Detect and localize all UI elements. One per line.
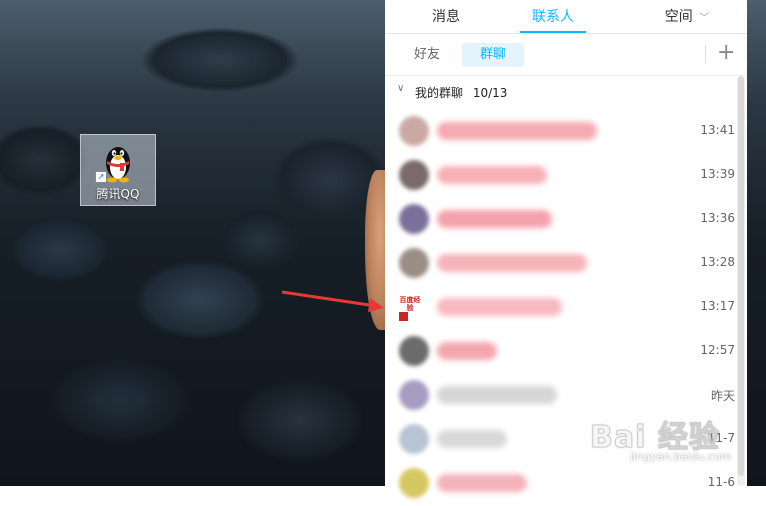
group-title: 我的群聊 — [415, 86, 464, 100]
group-count: 10/13 — [472, 86, 508, 100]
group-avatar — [399, 336, 429, 366]
group-last-message-time: 11-6 — [707, 475, 735, 489]
baidu-jingyan-watermark: Bai 经验 jingyan.baidu.com — [590, 400, 760, 470]
group-avatar: 百度经验 — [399, 296, 421, 322]
group-avatar — [399, 380, 429, 410]
group-last-message-time: 13:41 — [700, 123, 735, 137]
red-arrow-annotation — [281, 290, 384, 312]
group-avatar — [399, 424, 429, 454]
group-last-message-time: 12:57 — [700, 343, 735, 357]
group-name-blurred — [437, 342, 497, 360]
group-row[interactable]: 13:41 — [385, 110, 735, 154]
group-avatar — [399, 160, 429, 190]
group-name-blurred — [437, 474, 527, 492]
group-last-message-time: 13:36 — [700, 211, 735, 225]
group-last-message-time: 13:39 — [700, 167, 735, 181]
group-name-blurred — [437, 430, 507, 448]
watermark-url: jingyan.baidu.com — [630, 450, 732, 463]
qq-penguin-icon — [106, 147, 130, 183]
tab-space[interactable]: 空间 ﹀ — [647, 6, 727, 26]
group-name-blurred — [437, 298, 562, 316]
shortcut-arrow-icon: ↗ — [95, 171, 107, 183]
group-name-blurred — [437, 166, 547, 184]
chevron-down-icon: ﹀ — [699, 13, 710, 24]
divider — [705, 45, 706, 63]
chevron-down-icon: ∨ — [397, 83, 405, 94]
group-name-blurred — [437, 254, 587, 272]
group-row[interactable]: 13:39 — [385, 154, 735, 198]
group-row[interactable]: 13:28 — [385, 242, 735, 286]
group-last-message-time: 13:17 — [700, 299, 735, 313]
tab-contacts[interactable]: 联系人 — [520, 6, 586, 26]
group-name-blurred — [437, 386, 557, 404]
group-avatar — [399, 248, 429, 278]
group-name-blurred — [437, 210, 552, 228]
group-row[interactable]: 12:57 — [385, 330, 735, 374]
group-avatar — [399, 116, 429, 146]
main-tabs: 消息 联系人 空间 ﹀ — [385, 0, 747, 34]
group-row[interactable]: 百度经验 13:17 — [385, 286, 735, 330]
add-plus-icon[interactable]: + — [717, 42, 735, 64]
subtab-groups[interactable]: 群聊 — [462, 43, 524, 67]
subtab-friends[interactable]: 好友 — [403, 43, 451, 67]
group-row[interactable]: 13:36 — [385, 198, 735, 242]
group-avatar — [399, 204, 429, 234]
group-badge-icon — [399, 312, 408, 321]
desktop-icon-qq[interactable]: ↗ 腾讯QQ — [80, 134, 156, 206]
contact-subtabs: 好友 群聊 + — [385, 33, 747, 76]
group-avatar — [399, 468, 429, 498]
desktop-icon-label: 腾讯QQ — [96, 187, 140, 201]
tab-messages[interactable]: 消息 — [415, 6, 477, 26]
group-last-message-time: 13:28 — [700, 255, 735, 269]
group-name-blurred — [437, 122, 597, 140]
